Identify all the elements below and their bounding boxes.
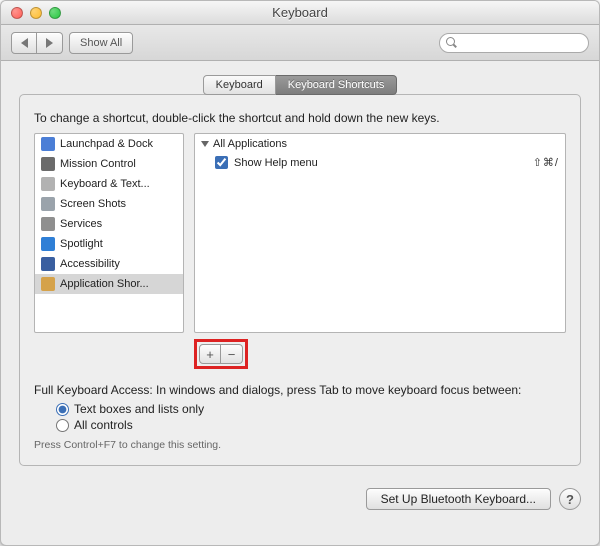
fka-option-label: All controls bbox=[74, 418, 133, 432]
shortcut-label: Show Help menu bbox=[234, 157, 318, 169]
sidebar-item[interactable]: Launchpad & Dock bbox=[35, 134, 183, 154]
zoom-icon[interactable] bbox=[49, 7, 61, 19]
sidebar-item[interactable]: Keyboard & Text... bbox=[35, 174, 183, 194]
fka-option-label: Text boxes and lists only bbox=[74, 402, 204, 416]
sidebar-item-label: Spotlight bbox=[60, 238, 103, 250]
shortcuts-pane: To change a shortcut, double-click the s… bbox=[19, 94, 581, 466]
category-icon bbox=[41, 197, 55, 211]
fka-option[interactable]: All controls bbox=[56, 417, 566, 433]
footer: Set Up Bluetooth Keyboard... ? bbox=[1, 478, 599, 522]
sidebar-item[interactable]: Application Shor... bbox=[35, 274, 183, 294]
detail-group-header[interactable]: All Applications bbox=[195, 134, 565, 154]
fka-radios: Text boxes and lists only All controls bbox=[56, 401, 566, 433]
category-icon bbox=[41, 237, 55, 251]
shortcut-detail[interactable]: All Applications Show Help menu ⇧⌘/ bbox=[194, 133, 566, 333]
instruction-text: To change a shortcut, double-click the s… bbox=[34, 111, 566, 125]
add-button[interactable]: + bbox=[199, 344, 221, 364]
category-icon bbox=[41, 177, 55, 191]
bluetooth-keyboard-button[interactable]: Set Up Bluetooth Keyboard... bbox=[366, 488, 551, 510]
chevron-right-icon bbox=[46, 38, 53, 48]
category-icon bbox=[41, 277, 55, 291]
split-view: Launchpad & Dock Mission Control Keyboard … bbox=[34, 133, 566, 333]
sidebar-item[interactable]: Accessibility bbox=[35, 254, 183, 274]
fka-radio[interactable] bbox=[56, 403, 69, 416]
back-button[interactable] bbox=[11, 32, 37, 54]
sidebar-item-label: Mission Control bbox=[60, 158, 136, 170]
tab-keyboard-shortcuts[interactable]: Keyboard Shortcuts bbox=[276, 75, 398, 95]
remove-button[interactable]: − bbox=[221, 344, 243, 364]
sidebar-item[interactable]: Spotlight bbox=[35, 234, 183, 254]
highlight-annotation: + − bbox=[194, 339, 248, 369]
sidebar-item[interactable]: Services bbox=[35, 214, 183, 234]
fka-radio[interactable] bbox=[56, 419, 69, 432]
category-icon bbox=[41, 157, 55, 171]
tab-keyboard[interactable]: Keyboard bbox=[203, 75, 276, 95]
traffic-lights bbox=[1, 7, 61, 19]
category-icon bbox=[41, 137, 55, 151]
category-icon bbox=[41, 217, 55, 231]
category-list[interactable]: Launchpad & Dock Mission Control Keyboard … bbox=[34, 133, 184, 333]
sidebar-item-label: Services bbox=[60, 218, 102, 230]
sidebar-item-label: Application Shor... bbox=[60, 278, 149, 290]
fka-option[interactable]: Text boxes and lists only bbox=[56, 401, 566, 417]
sidebar-item[interactable]: Mission Control bbox=[35, 154, 183, 174]
add-remove-wrap: + − bbox=[34, 339, 566, 369]
search-field[interactable] bbox=[439, 33, 589, 53]
forward-button[interactable] bbox=[37, 32, 63, 54]
minimize-icon[interactable] bbox=[30, 7, 42, 19]
chevron-left-icon bbox=[21, 38, 28, 48]
titlebar: Keyboard bbox=[1, 1, 599, 25]
help-button[interactable]: ? bbox=[559, 488, 581, 510]
category-icon bbox=[41, 257, 55, 271]
search-input[interactable] bbox=[450, 37, 592, 49]
preferences-window: Keyboard Show All Keyboard Keyboard Shor… bbox=[0, 0, 600, 546]
shortcut-checkbox[interactable] bbox=[215, 156, 228, 169]
sidebar-item-label: Launchpad & Dock bbox=[60, 138, 153, 150]
show-all-button[interactable]: Show All bbox=[69, 32, 133, 54]
nav-group bbox=[11, 32, 63, 54]
close-icon[interactable] bbox=[11, 7, 23, 19]
detail-group-label: All Applications bbox=[213, 138, 287, 150]
sidebar-item-label: Accessibility bbox=[60, 258, 120, 270]
fka-hint: Press Control+F7 to change this setting. bbox=[34, 439, 566, 451]
tabs: Keyboard Keyboard Shortcuts bbox=[19, 75, 581, 95]
full-keyboard-access: Full Keyboard Access: In windows and dia… bbox=[34, 383, 566, 451]
content: Keyboard Keyboard Shortcuts To change a … bbox=[1, 61, 599, 478]
toolbar: Show All bbox=[1, 25, 599, 61]
fka-label: Full Keyboard Access: In windows and dia… bbox=[34, 383, 566, 397]
shortcut-keys[interactable]: ⇧⌘/ bbox=[533, 156, 559, 169]
window-title: Keyboard bbox=[1, 5, 599, 20]
sidebar-item-label: Screen Shots bbox=[60, 198, 126, 210]
shortcut-row[interactable]: Show Help menu ⇧⌘/ bbox=[195, 154, 565, 171]
sidebar-item[interactable]: Screen Shots bbox=[35, 194, 183, 214]
disclosure-triangle-icon bbox=[201, 141, 209, 147]
sidebar-item-label: Keyboard & Text... bbox=[60, 178, 150, 190]
